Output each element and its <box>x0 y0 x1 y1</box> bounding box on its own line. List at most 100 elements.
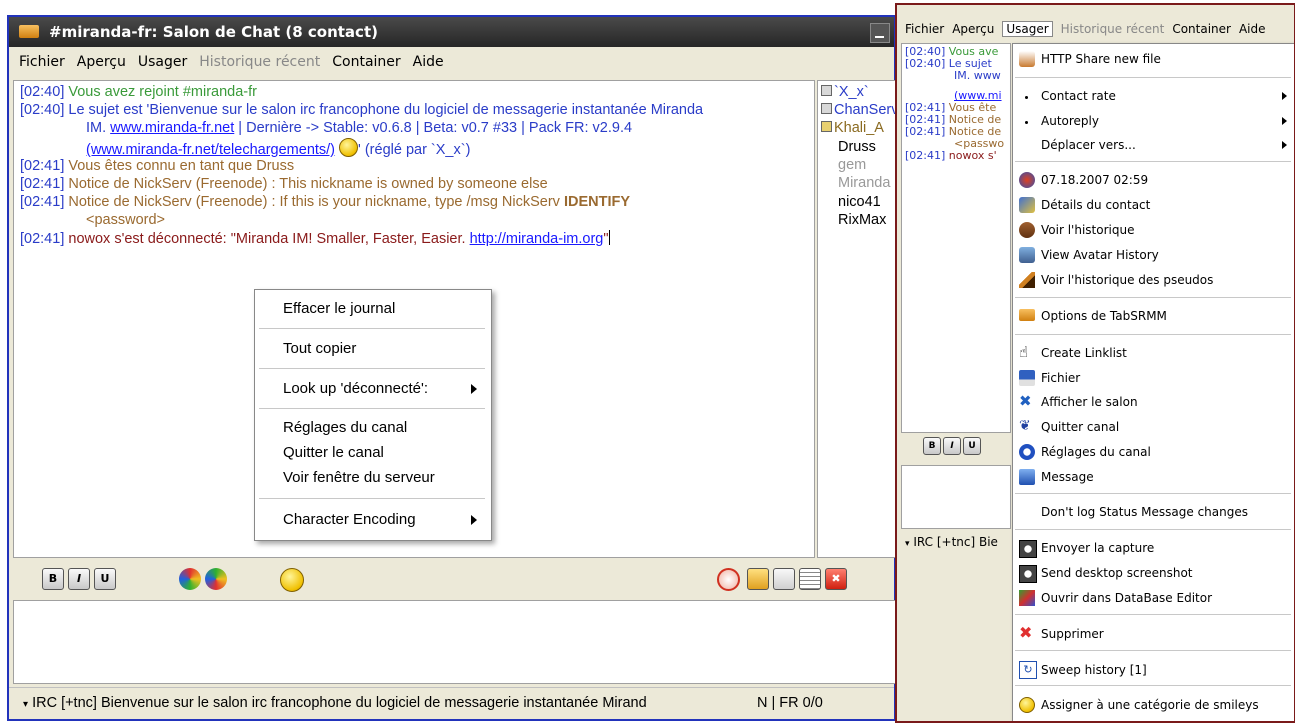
bold-button[interactable]: B <box>42 568 64 590</box>
menu-item-send-desktop-screenshot[interactable]: Send desktop screenshot <box>1041 563 1193 583</box>
menu-item-channel-settings[interactable]: Réglages du canal <box>283 419 407 436</box>
menu-item-create-linklist[interactable]: Create Linklist <box>1041 343 1127 363</box>
chevron-down-icon[interactable]: ▾ <box>905 539 910 549</box>
history-clock-icon[interactable] <box>717 568 740 591</box>
menu-item-avatar-history[interactable]: View Avatar History <box>1041 245 1159 265</box>
settings-tool-icon[interactable] <box>747 568 769 590</box>
menu-item-tabsrmm-options[interactable]: Options de TabSRMM <box>1041 306 1167 326</box>
menu-item-message[interactable]: Message <box>1041 467 1094 487</box>
log-text: IM. <box>86 120 111 136</box>
log-text: nowox s'est déconnecté: "Miranda IM! Sma… <box>68 231 470 247</box>
menu-item-leave-channel[interactable]: Quitter canal <box>1041 417 1119 437</box>
submenu-arrow-icon <box>471 384 477 394</box>
menu-item-leave-channel[interactable]: Quitter le canal <box>283 444 384 461</box>
user-item[interactable]: Khali_A <box>821 119 901 137</box>
minimize-button[interactable] <box>870 23 890 43</box>
menu-item-move-to[interactable]: Déplacer vers... <box>1041 135 1136 155</box>
menu-fichier[interactable]: Fichier <box>19 54 65 70</box>
menu-separator <box>1015 650 1291 651</box>
user-name: RixMax <box>838 212 887 228</box>
menu-item-date[interactable]: 07.18.2007 02:59 <box>1041 170 1148 190</box>
menu-item-delete[interactable]: Supprimer <box>1041 624 1104 644</box>
chevron-down-icon[interactable]: ▾ <box>23 699 28 710</box>
timestamp: [02:41] <box>20 158 65 174</box>
background-color-icon[interactable] <box>205 568 227 590</box>
user-list[interactable]: `X_x` ChanServ Khali_A Druss gem Miranda… <box>817 80 899 558</box>
menu-item-copy-all[interactable]: Tout copier <box>283 340 356 357</box>
menu-separator <box>1015 77 1291 78</box>
message-input[interactable] <box>13 600 896 684</box>
menu-item-send-capture[interactable]: Envoyer la capture <box>1041 538 1154 558</box>
bold-button[interactable]: B <box>923 437 941 455</box>
menu-item-contact-details[interactable]: Détails du contact <box>1041 195 1150 215</box>
miranda-link[interactable]: http://miranda-im.org <box>470 231 604 247</box>
log-text: Le sujet est 'Bienvenue sur le salon irc… <box>68 102 704 118</box>
user-item[interactable]: gem <box>838 156 903 174</box>
log-line: [02:41] Vous êtes connu en tant que Drus… <box>20 157 810 175</box>
menu-aide[interactable]: Aide <box>1239 22 1266 36</box>
log-context-menu: Effacer le journal Tout copier Look up '… <box>254 289 492 541</box>
user-item[interactable]: RixMax <box>838 211 903 229</box>
filter-icon[interactable] <box>773 568 795 590</box>
menu-item-open-dbeditor[interactable]: Ouvrir dans DataBase Editor <box>1041 588 1212 608</box>
menu-item-show-channel[interactable]: Afficher le salon <box>1041 392 1138 412</box>
menu-item-character-encoding[interactable]: Character Encoding <box>283 511 416 528</box>
log-line: [02:41] nowox s'est déconnecté: "Miranda… <box>20 230 810 248</box>
underline-button[interactable]: U <box>963 437 981 455</box>
menu-item-nick-history[interactable]: Voir l'historique des pseudos <box>1041 270 1213 290</box>
menu-separator <box>1015 334 1291 335</box>
menu-container[interactable]: Container <box>1172 22 1231 36</box>
menu-usager[interactable]: Usager <box>138 54 187 70</box>
downloads-link[interactable]: (www.miranda-fr.net/telechargements/) <box>86 142 335 158</box>
menu-item-server-window[interactable]: Voir fenêtre du serveur <box>283 469 435 486</box>
menu-item-assign-smiley[interactable]: Assigner à une catégorie de smileys <box>1041 695 1259 715</box>
log-line: [02:40] Vous avez rejoint #miranda-fr <box>20 83 810 101</box>
italic-button[interactable]: I <box>68 568 90 590</box>
status-info: N | FR 0/0 <box>757 695 823 711</box>
bold-icon: B <box>48 572 58 585</box>
log-line: [02:40] Le sujet est 'Bienvenue sur le s… <box>20 101 810 119</box>
menu-item-contact-rate[interactable]: Contact rate <box>1041 86 1116 106</box>
menu-apercu[interactable]: Aperçu <box>77 54 126 70</box>
chat-log[interactable]: [02:40] Vous ave [02:40] Le sujet IM. ww… <box>901 43 1011 433</box>
close-icon[interactable]: ✖ <box>825 568 847 590</box>
user-name: Druss <box>838 139 876 155</box>
user-item[interactable]: Druss <box>838 138 903 156</box>
menu-historique-recent[interactable]: Historique récent <box>1061 22 1165 36</box>
menu-container[interactable]: Container <box>332 54 400 70</box>
user-name: `X_x` <box>834 84 869 100</box>
menu-item-channel-settings[interactable]: Réglages du canal <box>1041 442 1151 462</box>
user-item[interactable]: `X_x` <box>821 83 901 101</box>
text-color-icon[interactable] <box>179 568 201 590</box>
log-text: Notice de NickServ (Freenode) : This nic… <box>68 176 548 192</box>
topic-link[interactable]: www.miranda-fr.net <box>110 120 234 136</box>
user-item[interactable]: nico41 <box>838 193 903 211</box>
menu-item-file[interactable]: Fichier <box>1041 368 1080 388</box>
menu-item-autoreply[interactable]: Autoreply <box>1041 111 1099 131</box>
text-cursor <box>608 230 610 245</box>
nicklist-icon[interactable] <box>799 568 821 590</box>
user-item[interactable]: Miranda <box>838 174 903 192</box>
menu-item-view-history[interactable]: Voir l'historique <box>1041 220 1134 240</box>
user-item[interactable]: ChanServ <box>821 101 901 119</box>
cross-icon: ✖ <box>1019 392 1032 410</box>
menu-item-lookup[interactable]: Look up 'déconnecté': <box>283 380 428 397</box>
log-line-cont: IM. www.miranda-fr.net | Dernière -> Sta… <box>86 119 806 137</box>
menu-fichier[interactable]: Fichier <box>905 22 944 36</box>
smiley-button-icon[interactable] <box>280 568 304 592</box>
timestamp: [02:41] <box>20 194 65 210</box>
menu-item-sweep-history[interactable]: Sweep history [1] <box>1041 660 1147 680</box>
menu-item-clear-log[interactable]: Effacer le journal <box>283 300 395 317</box>
message-input[interactable] <box>901 465 1011 529</box>
menu-apercu[interactable]: Aperçu <box>952 22 994 36</box>
submenu-arrow-icon <box>1282 92 1287 100</box>
menu-item-http-share[interactable]: HTTP Share new file <box>1041 49 1161 69</box>
submenu-arrow-icon <box>471 515 477 525</box>
menu-item-dont-log-status[interactable]: Don't log Status Message changes <box>1041 502 1248 522</box>
log-text: Vous êtes connu en tant que Druss <box>68 158 295 174</box>
underline-button[interactable]: U <box>94 568 116 590</box>
italic-button[interactable]: I <box>943 437 961 455</box>
menu-usager[interactable]: Usager <box>1002 21 1053 37</box>
menu-aide[interactable]: Aide <box>413 54 444 70</box>
menu-historique-recent[interactable]: Historique récent <box>199 54 320 70</box>
